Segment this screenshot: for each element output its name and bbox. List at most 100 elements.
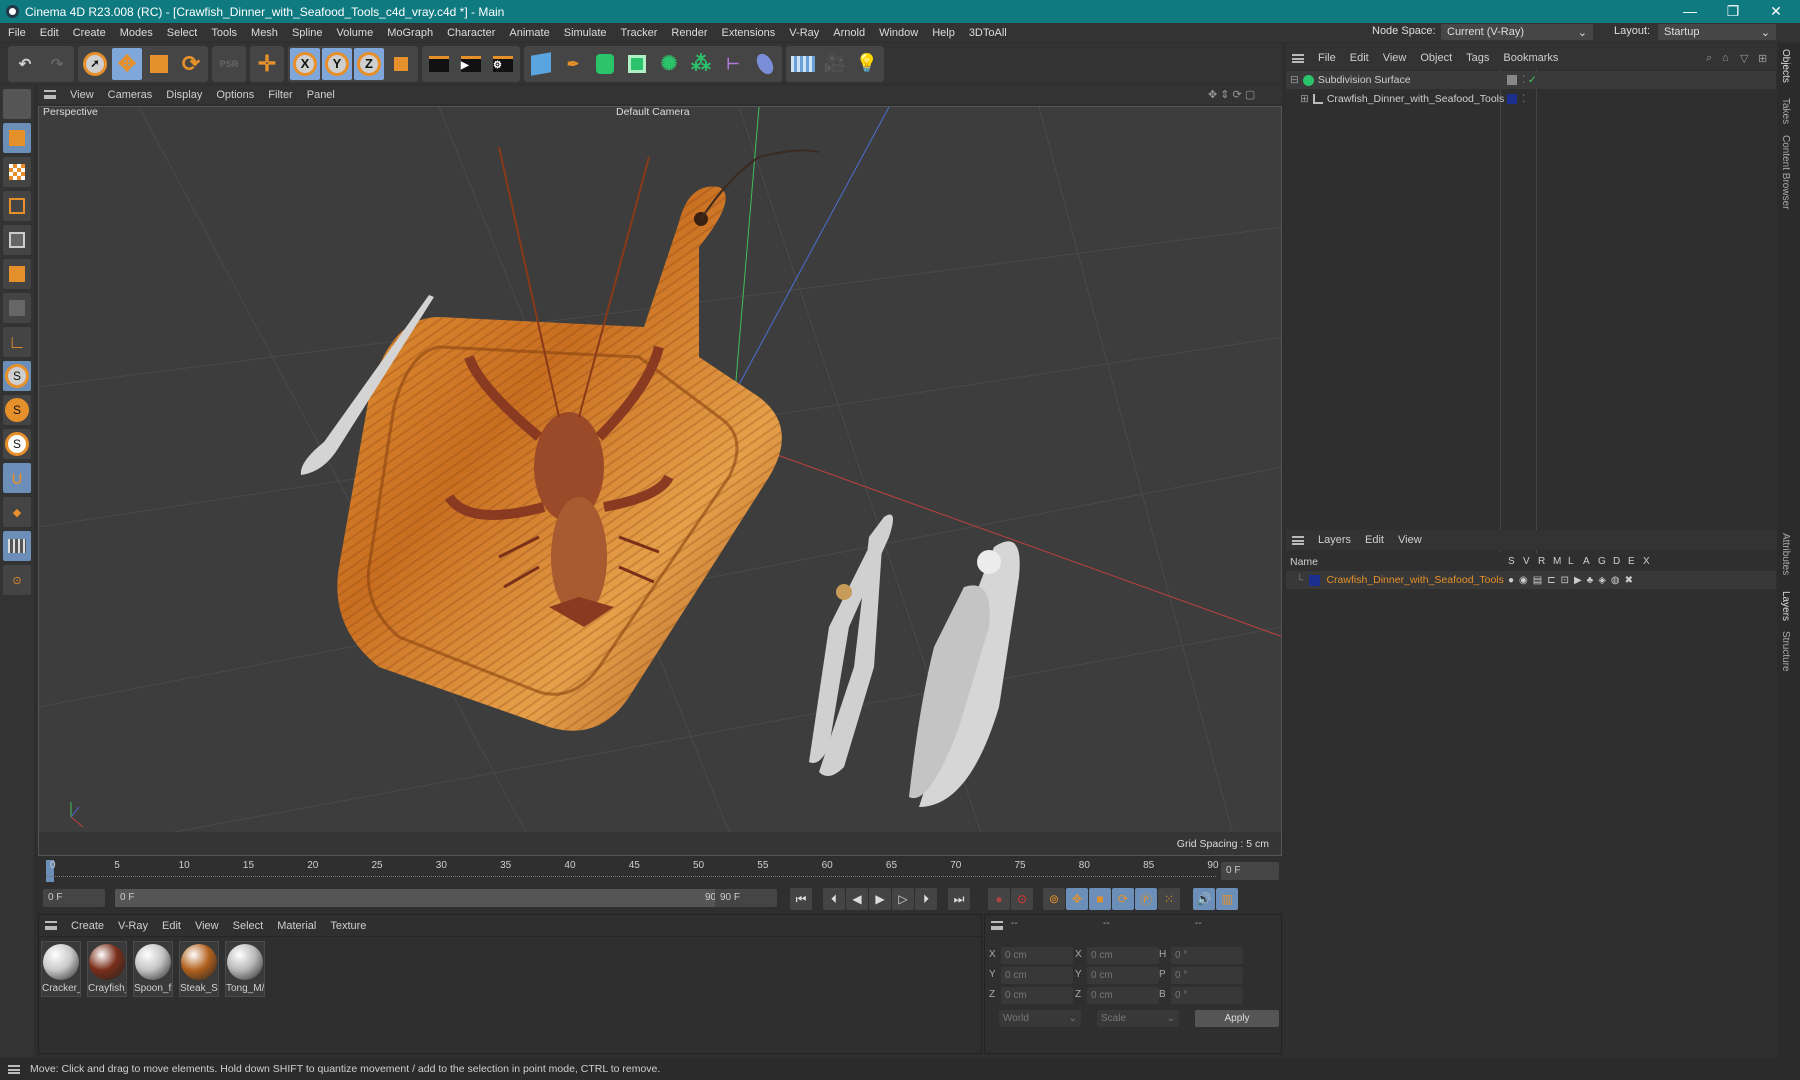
extrude-icon[interactable] bbox=[622, 48, 652, 80]
menu-tracker[interactable]: Tracker bbox=[621, 27, 658, 39]
mograph-cubes-icon[interactable]: ⁂ bbox=[686, 48, 716, 80]
make-editable-icon[interactable] bbox=[3, 89, 31, 119]
end-frame-field[interactable]: 90 F bbox=[715, 889, 777, 907]
viewport-menu-options[interactable]: Options bbox=[216, 89, 254, 101]
menu-edit[interactable]: Edit bbox=[40, 27, 59, 39]
layer-column-header[interactable]: D bbox=[1613, 556, 1620, 567]
start-frame-field[interactable]: 0 F bbox=[43, 889, 105, 907]
model-mode-icon[interactable] bbox=[3, 123, 31, 153]
scale-key-icon[interactable]: ■ bbox=[1089, 888, 1111, 910]
coord-value-field[interactable]: 0 ° bbox=[1171, 987, 1243, 1004]
objects-menu-file[interactable]: File bbox=[1318, 52, 1336, 64]
workplane-snap-icon[interactable]: S bbox=[3, 429, 31, 459]
viewport-camera-label[interactable]: Default Camera bbox=[616, 107, 690, 118]
previous-frame-icon[interactable]: ◀ bbox=[846, 888, 868, 910]
grid-icon[interactable] bbox=[3, 531, 31, 561]
material-menu-edit[interactable]: Edit bbox=[162, 920, 181, 932]
undo-icon[interactable]: ↶ bbox=[10, 48, 40, 80]
menu-simulate[interactable]: Simulate bbox=[564, 27, 607, 39]
render-settings-icon[interactable]: ⚙ bbox=[488, 48, 518, 80]
render-picture-viewer-icon[interactable]: ▶ bbox=[456, 48, 486, 80]
apply-button[interactable]: Apply bbox=[1195, 1010, 1279, 1027]
field-icon[interactable] bbox=[750, 48, 780, 80]
tab-layers[interactable]: Layers bbox=[1780, 591, 1791, 621]
coord-value-field[interactable]: 0 cm bbox=[1001, 967, 1073, 984]
uv-mode-icon[interactable] bbox=[3, 293, 31, 323]
layer-column-header[interactable]: M bbox=[1553, 556, 1561, 567]
objects-menu-tags[interactable]: Tags bbox=[1466, 52, 1489, 64]
object-row[interactable]: ⊟ Subdivision Surface ⁚ ✓ bbox=[1286, 71, 1776, 89]
collapse-icon[interactable]: ⊟ bbox=[1290, 74, 1299, 86]
menu-create[interactable]: Create bbox=[73, 27, 106, 39]
menu-window[interactable]: Window bbox=[879, 27, 918, 39]
layer-column-header[interactable]: X bbox=[1643, 556, 1650, 567]
object-row[interactable]: ⊞ Crawfish_Dinner_with_Seafood_Tools ⁚ bbox=[1286, 90, 1706, 108]
minimize-button[interactable]: — bbox=[1670, 0, 1710, 23]
new-window-icon[interactable]: ⊞ bbox=[1758, 52, 1767, 65]
deformer-icon[interactable]: ⊢ bbox=[718, 48, 748, 80]
menu-arnold[interactable]: Arnold bbox=[833, 27, 865, 39]
go-to-start-icon[interactable]: ⏮ bbox=[790, 888, 812, 910]
layer-color-icon[interactable] bbox=[1507, 94, 1517, 104]
material-swatch[interactable]: Cracker_ bbox=[41, 941, 81, 997]
polygons-mode-icon[interactable] bbox=[3, 259, 31, 289]
menu-tools[interactable]: Tools bbox=[211, 27, 237, 39]
menu-help[interactable]: Help bbox=[932, 27, 955, 39]
previous-key-icon[interactable]: ⏴ bbox=[823, 888, 845, 910]
snap-icon[interactable]: S bbox=[3, 361, 31, 391]
hamburger-menu-icon[interactable] bbox=[8, 1064, 20, 1074]
material-swatch[interactable]: Tong_M/ bbox=[225, 941, 265, 997]
search-icon[interactable]: ⌕ bbox=[1706, 52, 1712, 65]
hamburger-menu-icon[interactable] bbox=[45, 921, 57, 930]
expand-icon[interactable]: ⊞ bbox=[1300, 93, 1309, 105]
layer-row[interactable]: └ Crawfish_Dinner_with_Seafood_Tools ●◉▤… bbox=[1286, 571, 1776, 589]
material-swatch[interactable]: Spoon_fi bbox=[133, 941, 173, 997]
menu-mesh[interactable]: Mesh bbox=[251, 27, 278, 39]
coord-value-field[interactable]: 0 cm bbox=[1001, 947, 1073, 964]
viewport-menu-filter[interactable]: Filter bbox=[268, 89, 292, 101]
frame-range-slider[interactable]: 0 F 90 F bbox=[115, 889, 735, 907]
y-axis-lock-button[interactable]: Y bbox=[322, 47, 352, 80]
play-icon[interactable]: ▶ bbox=[869, 888, 891, 910]
axis-mode-icon[interactable]: ∟ bbox=[3, 327, 31, 357]
cloner-icon[interactable]: ✺ bbox=[654, 48, 684, 80]
coordinate-system-icon[interactable] bbox=[386, 48, 416, 80]
menu-render[interactable]: Render bbox=[671, 27, 707, 39]
pla-key-icon[interactable]: ⁙ bbox=[1158, 888, 1180, 910]
redo-icon[interactable]: ↷ bbox=[42, 48, 72, 80]
workplane-icon[interactable]: ◆ bbox=[3, 497, 31, 527]
locked-workplane-icon[interactable]: ⊙ bbox=[3, 565, 31, 595]
layer-column-header[interactable]: V bbox=[1523, 556, 1530, 567]
coord-value-field[interactable]: 0 cm bbox=[1087, 947, 1159, 964]
layer-column-header[interactable]: R bbox=[1538, 556, 1545, 567]
layer-color-swatch[interactable] bbox=[1309, 574, 1321, 586]
hamburger-menu-icon[interactable] bbox=[1292, 53, 1304, 63]
material-menu-vray[interactable]: V-Ray bbox=[118, 920, 148, 932]
cube-icon[interactable] bbox=[526, 48, 556, 80]
layer-column-header[interactable]: G bbox=[1598, 556, 1606, 567]
material-menu-material[interactable]: Material bbox=[277, 920, 316, 932]
world-axis-icon[interactable]: ✛ bbox=[252, 48, 282, 80]
edit-toggle-icon[interactable] bbox=[1507, 75, 1517, 85]
magnet-icon[interactable]: ∪ bbox=[3, 463, 31, 493]
menu-vray[interactable]: V-Ray bbox=[789, 27, 819, 39]
material-swatch[interactable]: Crayfish_ bbox=[87, 941, 127, 997]
record-icon[interactable]: ● bbox=[988, 888, 1010, 910]
objects-menu-object[interactable]: Object bbox=[1420, 52, 1452, 64]
move-tool-icon[interactable]: ✥ bbox=[112, 47, 142, 80]
material-menu-select[interactable]: Select bbox=[233, 920, 264, 932]
tab-takes[interactable]: Takes bbox=[1780, 98, 1791, 124]
visibility-dots-icon[interactable]: ⁚ bbox=[1522, 93, 1525, 105]
go-to-end-icon[interactable]: ⏭ bbox=[948, 888, 970, 910]
menu-extensions[interactable]: Extensions bbox=[721, 27, 775, 39]
current-frame-field[interactable]: 0 F bbox=[1221, 862, 1279, 880]
home-icon[interactable]: ⌂ bbox=[1722, 52, 1729, 64]
z-axis-lock-button[interactable]: Z bbox=[354, 47, 384, 80]
rotation-key-icon[interactable]: ⟳ bbox=[1112, 888, 1134, 910]
snap-settings-icon[interactable]: S bbox=[3, 395, 31, 425]
menu-animate[interactable]: Animate bbox=[509, 27, 549, 39]
menu-spline[interactable]: Spline bbox=[292, 27, 323, 39]
close-button[interactable]: ✕ bbox=[1756, 0, 1796, 23]
layout-dropdown[interactable]: Startup ⌄ bbox=[1658, 24, 1776, 40]
viewport-menu-view[interactable]: View bbox=[70, 89, 94, 101]
